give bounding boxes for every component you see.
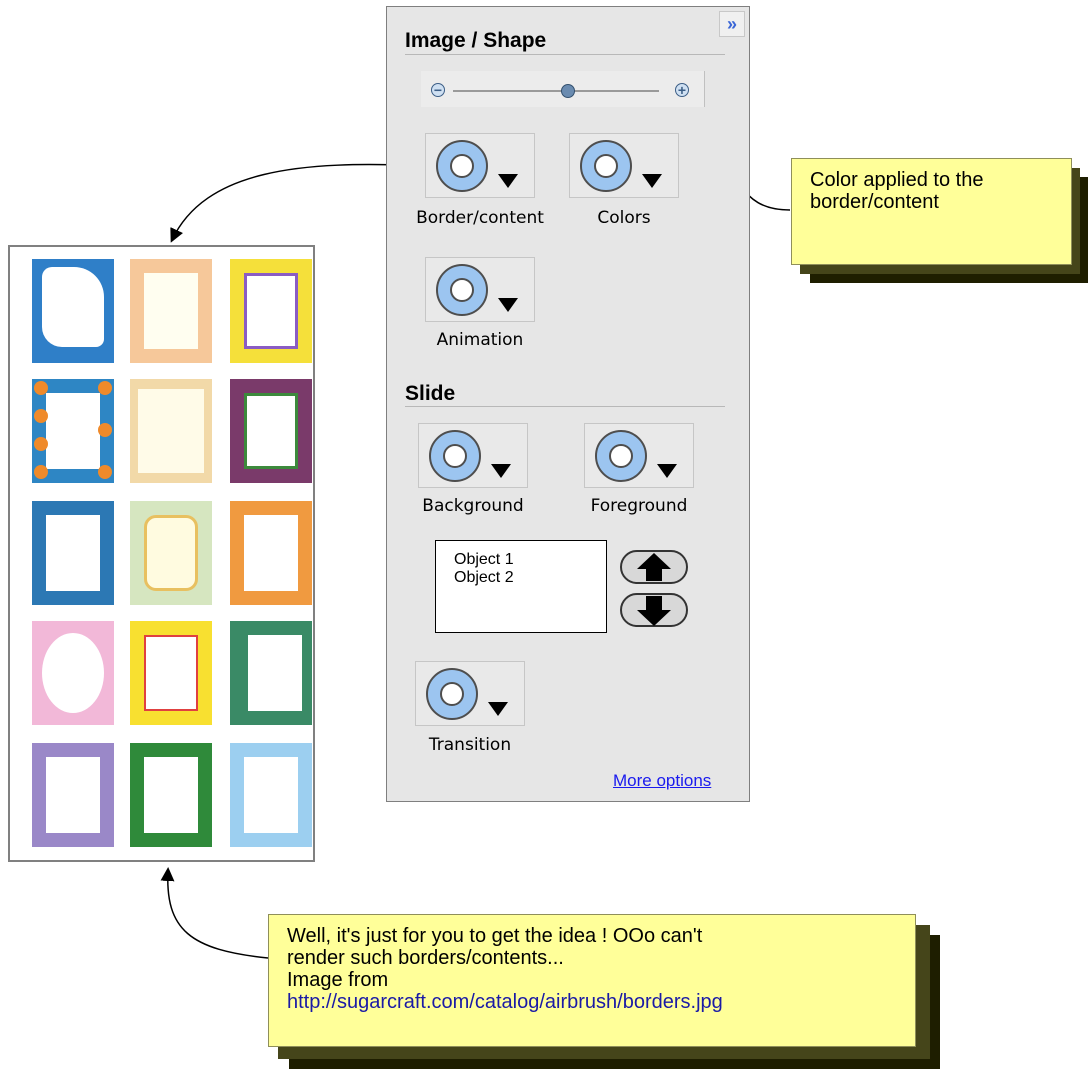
background-label: Background [422,496,524,516]
tasks-sidebar-panel: » Image / Shape − + Border/content Color… [386,6,750,802]
colors-button[interactable] [569,133,679,198]
border-gallery-image [8,245,315,862]
object-order-list[interactable]: Object 1 Object 2 [435,540,607,633]
border-thumb [32,621,114,725]
slider-track [453,90,659,92]
colors-callout-note: Color applied to the border/content [791,158,1072,265]
dropdown-caret-icon [642,174,662,188]
callout-text: border/content [810,191,939,213]
ring-icon [429,430,481,482]
border-content-label: Border/content [416,208,544,228]
border-thumb [130,621,212,725]
border-thumb [32,743,114,847]
zoom-slider[interactable]: − + [421,71,705,107]
border-thumb [130,501,212,605]
more-options-link[interactable]: More options [613,771,711,791]
border-thumb [230,501,312,605]
transition-label: Transition [428,735,512,755]
border-thumb [32,259,114,363]
image-shape-heading: Image / Shape [405,29,547,52]
list-item[interactable]: Object 2 [454,569,588,587]
callout-text: render such borders/contents... [287,947,564,969]
slide-heading: Slide [405,382,456,405]
dropdown-caret-icon [491,464,511,478]
image-callout-note: Well, it's just for you to get the idea … [268,914,916,1047]
callout-text: Image from [287,969,389,991]
ring-icon [436,140,488,192]
section-divider [405,406,725,407]
move-up-button[interactable] [619,547,689,587]
border-thumb [230,379,312,483]
section-divider [405,54,725,55]
transition-button[interactable] [415,661,525,726]
border-thumb [32,501,114,605]
foreground-button[interactable] [584,423,694,488]
dropdown-caret-icon [498,298,518,312]
dropdown-caret-icon [488,702,508,716]
animation-button[interactable] [425,257,535,322]
zoom-in-icon[interactable]: + [675,83,689,97]
callout-text: Well, it's just for you to get the idea … [287,925,703,947]
ring-icon [595,430,647,482]
border-thumb [32,379,114,483]
colors-label: Colors [597,208,651,228]
callout-text: Color applied to the [810,169,984,191]
arrow-note-to-gallery [160,867,269,959]
ring-icon [580,140,632,192]
dropdown-caret-icon [498,174,518,188]
zoom-out-icon[interactable]: − [431,83,445,97]
border-thumb [230,259,312,363]
border-thumb [130,379,212,483]
border-thumb [130,743,212,847]
slider-thumb[interactable] [561,84,576,98]
list-item[interactable]: Object 1 [454,551,588,569]
animation-label: Animation [436,330,524,350]
collapse-panel-button[interactable]: » [719,11,745,37]
border-thumb [230,743,312,847]
foreground-label: Foreground [590,496,688,516]
border-content-button[interactable] [425,133,535,198]
dropdown-caret-icon [657,464,677,478]
source-url-link[interactable]: http://sugarcraft.com/catalog/airbrush/b… [287,991,897,1013]
border-thumb [130,259,212,363]
move-down-button[interactable] [619,590,689,630]
background-button[interactable] [418,423,528,488]
border-thumb [230,621,312,725]
ring-icon [436,264,488,316]
ring-icon [426,668,478,720]
